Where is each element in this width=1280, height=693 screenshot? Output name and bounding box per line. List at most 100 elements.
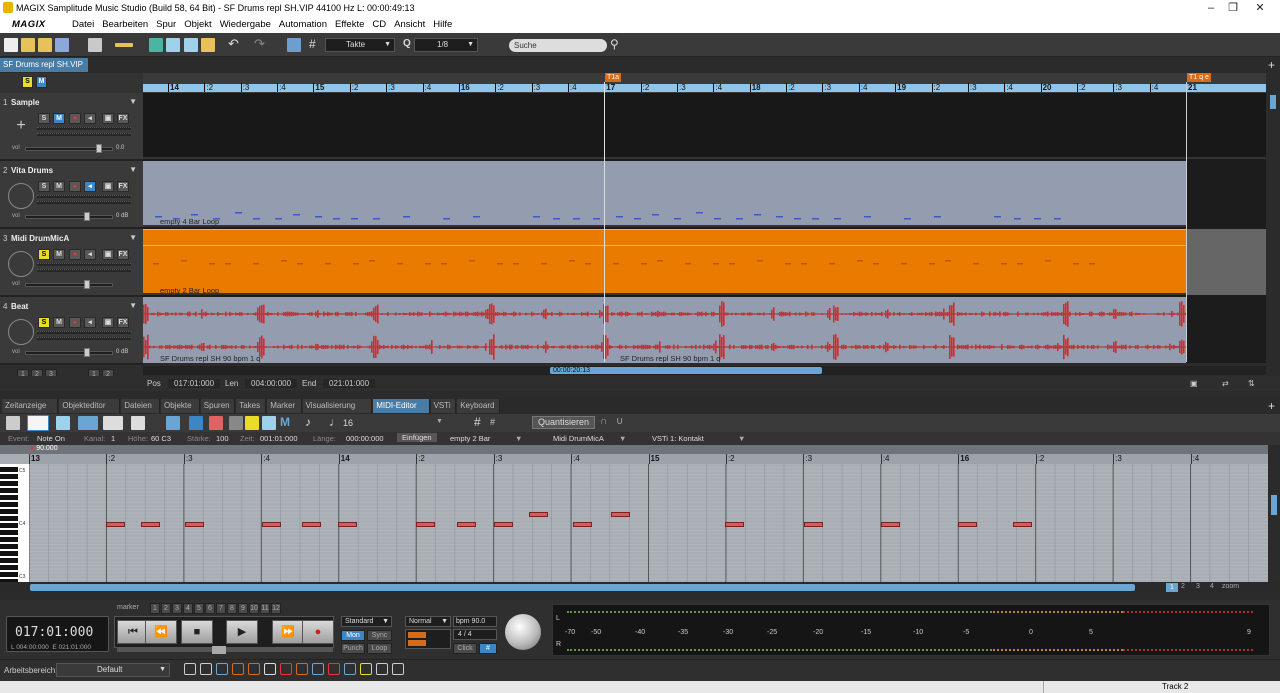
quantize-button[interactable]: Quantisieren	[532, 416, 596, 429]
open-folder-icon[interactable]	[21, 38, 35, 52]
undo-icon[interactable]: ↶	[228, 37, 242, 52]
chevron-down-icon[interactable]: ▼	[619, 434, 626, 443]
volume-fader-knob[interactable]	[96, 144, 102, 153]
save-icon[interactable]	[55, 38, 69, 52]
track-select[interactable]: Midi DrumMicA	[553, 434, 604, 443]
midi-note[interactable]	[416, 522, 435, 527]
monitor-button[interactable]: ◂	[84, 181, 96, 192]
vertical-scrollbar[interactable]	[1266, 73, 1280, 365]
midi-note[interactable]	[262, 522, 281, 527]
black-key[interactable]	[0, 488, 18, 493]
fx-button[interactable]: FX	[117, 113, 129, 124]
marker-button-1[interactable]: 1	[150, 603, 160, 614]
record-button[interactable]: ●	[302, 620, 334, 644]
add-icon[interactable]: +	[8, 115, 34, 141]
workspace-select[interactable]: Default ▼	[56, 663, 170, 677]
list-view-icon[interactable]	[6, 416, 20, 430]
mute-button[interactable]: M	[53, 181, 65, 192]
dock-tab-marker[interactable]: Marker	[267, 399, 302, 413]
kanal-value[interactable]: 1	[111, 434, 115, 443]
midi-note[interactable]	[573, 522, 592, 527]
stop-button[interactable]: ■	[181, 620, 213, 644]
black-key[interactable]	[0, 481, 18, 486]
midi-note[interactable]	[725, 522, 744, 527]
search-input[interactable]: Suche	[509, 39, 607, 52]
marker-button-11[interactable]: 11	[260, 603, 270, 614]
cut-icon[interactable]	[88, 38, 102, 52]
menu-datei[interactable]: Datei	[72, 19, 94, 30]
phase-button[interactable]: ▣	[102, 181, 114, 192]
dock-tab-objekte[interactable]: Objekte	[161, 399, 200, 413]
search-icon[interactable]: ⚲	[610, 37, 619, 51]
workspace-tool-icon-11[interactable]	[344, 663, 356, 675]
piano-keyboard[interactable]: C5 C4 C3	[0, 464, 29, 584]
workspace-tool-icon-7[interactable]	[280, 663, 292, 675]
black-key[interactable]	[0, 502, 18, 507]
track-menu-chevron-icon[interactable]: ▼	[129, 165, 137, 174]
instrument-select[interactable]: VSTi 1: Kontakt	[652, 434, 704, 443]
marker-button-9[interactable]: 9	[238, 603, 248, 614]
tempo-marker[interactable]: ● 90.000	[30, 445, 58, 452]
volume-fader-knob[interactable]	[84, 348, 90, 357]
rewind-button[interactable]: ⏪	[145, 620, 177, 644]
m-tool-icon[interactable]: M	[280, 415, 290, 429]
timeline-ruler[interactable]: 14:2:3:4 15:2:3:4 16:2:3:4 17:2:3:4 18:2:3:4…	[143, 73, 1266, 93]
drum-instrument-icon[interactable]	[8, 183, 34, 209]
workspace-tool-icon-12[interactable]	[360, 663, 372, 675]
swap-icon[interactable]: ⇄	[1222, 379, 1229, 388]
marker-button-4[interactable]: 4	[183, 603, 193, 614]
black-key[interactable]	[0, 551, 18, 556]
menu-wiedergabe[interactable]: Wiedergabe	[220, 19, 271, 30]
midi-instrument-icon[interactable]	[8, 251, 34, 277]
black-key[interactable]	[0, 474, 18, 479]
midi-note[interactable]	[611, 512, 630, 517]
black-key[interactable]	[0, 537, 18, 542]
zoom-preset-1[interactable]: 1	[1166, 583, 1178, 592]
play-button[interactable]: ▶	[226, 620, 258, 644]
note-grid[interactable]	[29, 464, 1268, 582]
clip-midi-drummica[interactable]: empty 2 Bar Loop	[143, 229, 1186, 295]
workspace-tool-icon-4[interactable]	[232, 663, 244, 675]
horizontal-scrollbar[interactable]: 00:00:20:13	[143, 366, 1266, 375]
track-header-beat[interactable]: 4 Beat ▼ S M ● ◂ ▣ FX vol 0 dB	[0, 297, 143, 365]
grid-icon[interactable]: #	[309, 38, 323, 52]
midi-note[interactable]	[1013, 522, 1032, 527]
dock-tab-objekteditor[interactable]: Objekteditor	[59, 399, 121, 413]
zoom-preset-4[interactable]: 4	[1210, 583, 1214, 590]
piano-roll-hscroll-thumb[interactable]	[30, 584, 1135, 591]
event-value[interactable]: Note On	[37, 434, 65, 443]
mouse-mode-icon[interactable]	[287, 38, 301, 52]
bpm-field[interactable]: bpm 90.0	[453, 616, 497, 627]
menu-ansicht[interactable]: Ansicht	[394, 19, 425, 30]
mute-button[interactable]: M	[53, 317, 65, 328]
black-key[interactable]	[0, 530, 18, 535]
workspace-tool-icon-14[interactable]	[392, 663, 404, 675]
midi-note[interactable]	[881, 522, 900, 527]
note-icon[interactable]: ♩	[329, 415, 341, 429]
scissors-icon[interactable]	[149, 38, 163, 52]
track-header-midi-drummica[interactable]: 3 Midi DrumMicA ▼ S M ● ◂ ▣ FX vol	[0, 229, 143, 297]
solo-button[interactable]: S	[38, 249, 50, 260]
menu-objekt[interactable]: Objekt	[184, 19, 211, 30]
maximize-button[interactable]: ❐	[1220, 1, 1246, 15]
align-icon[interactable]	[184, 38, 198, 52]
ruler-icon[interactable]	[115, 43, 133, 47]
clip-beat[interactable]: SF Drums repl SH 90 bpm 1 q SF Drums rep…	[143, 297, 1186, 363]
chevron-down-icon[interactable]: ▼	[738, 434, 745, 443]
open-project-icon[interactable]	[38, 38, 52, 52]
track-name[interactable]: Sample	[11, 98, 39, 107]
phase-button[interactable]: ▣	[102, 249, 114, 260]
black-key[interactable]	[0, 467, 18, 472]
arrangement-area[interactable]: empty 4 Bar Loop empty 2 Bar Loop SF Dru…	[143, 93, 1266, 363]
fast-forward-button[interactable]: ⏩	[272, 620, 304, 644]
split-icon[interactable]	[166, 38, 180, 52]
volume-fader-knob[interactable]	[84, 212, 90, 221]
sync-button[interactable]: Sync	[367, 630, 392, 641]
mute-all-button[interactable]: M	[36, 76, 47, 88]
piano-roll-hscroll[interactable]: 1 2 3 4 zoom	[0, 582, 1280, 593]
click-button[interactable]: Click	[453, 643, 477, 654]
black-key[interactable]	[0, 523, 18, 528]
workspace-tool-icon-3[interactable]	[216, 663, 228, 675]
velocity-icon[interactable]: ∩	[600, 416, 607, 427]
len-value[interactable]: 004:00:000	[245, 379, 298, 388]
